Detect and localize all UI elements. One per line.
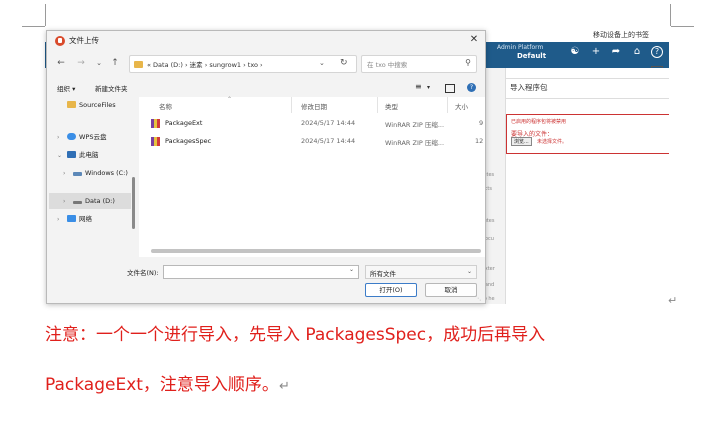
up-arrow-icon[interactable]: ↑ — [109, 57, 121, 69]
bookmarks-label: 移动设备上的书签 — [593, 31, 649, 39]
address-path[interactable]: « Data (D:) › 迷素 › sungrow1 › txo › — [147, 59, 263, 69]
user-icon[interactable]: ☯ — [569, 46, 581, 58]
filename-dropdown-icon[interactable]: ⌄ — [349, 266, 354, 273]
filename-label: 文件名(N): — [127, 269, 159, 277]
sidebar-item-this-pc[interactable]: ⌄ 此电脑 — [57, 147, 99, 163]
file-size: 12 — [475, 137, 484, 145]
sidebar-scrollbar[interactable] — [132, 177, 135, 229]
dialog-title: 文件上传 — [69, 36, 99, 45]
file-upload-dialog: 文件上传 ✕ ← → ⌄ ↑ « Data (D:) › 迷素 › sungro… — [46, 30, 486, 304]
address-bar[interactable]: « Data (D:) › 迷素 › sungrow1 › txo › ⌄ ↻ — [129, 55, 357, 73]
dialog-titlebar[interactable]: 文件上传 ✕ — [47, 31, 485, 51]
forward-arrow-icon[interactable]: → — [75, 57, 87, 69]
folder-icon — [67, 101, 76, 108]
sidebar-item-wps-cloud[interactable]: › WPS云盘 — [57, 129, 106, 145]
chevron-down-icon: ⌄ — [466, 268, 472, 275]
column-header-size[interactable]: 大小 — [455, 101, 468, 111]
sidebar-item-sourcefiles[interactable]: SourceFiles — [57, 97, 116, 113]
drive-icon — [73, 201, 82, 204]
view-dropdown-icon[interactable]: ▾ — [427, 84, 430, 91]
search-icon: ⚲ — [465, 58, 471, 67]
share-icon[interactable]: ➦ — [610, 46, 622, 58]
navigation-pane: SourceFiles › WPS云盘 ⌄ 此电脑 › Windows (C:) › D… — [47, 97, 135, 257]
column-header-modified[interactable]: 修改日期 — [301, 101, 327, 111]
file-name: PackagesSpec — [165, 137, 212, 145]
cloud-icon — [67, 133, 76, 140]
cancel-button[interactable]: 取消 — [425, 283, 477, 297]
refresh-icon[interactable]: ↻ — [340, 58, 348, 68]
app-brand: Admin Platform Default — [497, 44, 547, 60]
add-icon[interactable]: + — [590, 46, 602, 58]
back-arrow-icon[interactable]: ← — [55, 57, 67, 69]
column-header-type[interactable]: 类型 — [385, 101, 398, 111]
browser-app-icon — [55, 36, 65, 46]
sidebar-item-data-d[interactable]: › Data (D:) — [63, 193, 115, 209]
network-icon — [67, 215, 76, 222]
filetype-value: 所有文件 — [370, 270, 396, 278]
page-corner-mark — [45, 4, 46, 26]
paragraph-mark: ↵ — [278, 379, 290, 394]
file-modified: 2024/5/17 14:44 — [301, 137, 356, 145]
note-line-2: PackageExt，注意导入顺序。↵ — [45, 375, 290, 395]
search-input[interactable]: 在 txo 中搜索 ⚲ — [361, 55, 477, 73]
page-corner-mark — [22, 26, 45, 27]
recent-chevron-down-icon[interactable]: ⌄ — [93, 57, 105, 69]
note-line-1: 注意：一个一个进行导入，先导入 PackagesSpec，成功后再导入 — [45, 325, 546, 345]
import-package-panel: 导入程序包 已启用的程序包将被禁用 要导入的文件： 浏览... 未选择文件。 — [505, 68, 669, 304]
page-corner-mark — [670, 4, 671, 26]
view-menu-icon[interactable]: ≡ — [415, 82, 422, 91]
file-row[interactable]: PackagesSpec 2024/5/17 14:44 WinRAR ZIP … — [139, 133, 485, 151]
sort-ascending-icon: ⌃ — [227, 96, 233, 103]
open-button[interactable]: 打开(O) — [365, 283, 417, 297]
help-icon[interactable]: ? — [467, 83, 476, 92]
help-icon[interactable]: ? — [651, 46, 663, 58]
sidebar-item-network[interactable]: › 网络 — [57, 211, 92, 227]
file-type: WinRAR ZIP 压缩... — [385, 139, 445, 147]
file-type: WinRAR ZIP 压缩... — [385, 121, 445, 129]
command-bar: 组织 ▾ 新建文件夹 ≡ ▾ ? — [47, 79, 485, 97]
resize-grip-icon[interactable]: ⋱ — [475, 295, 481, 302]
file-size: 9 — [479, 119, 484, 127]
navigation-bar: ← → ⌄ ↑ « Data (D:) › 迷素 › sungrow1 › tx… — [47, 51, 485, 77]
horizontal-scrollbar[interactable] — [151, 249, 481, 253]
drive-icon — [73, 172, 82, 176]
folder-icon — [134, 61, 143, 68]
zip-archive-icon — [151, 137, 160, 146]
browse-button[interactable]: 浏览... — [511, 137, 532, 146]
filetype-select[interactable]: 所有文件 ⌄ — [365, 265, 477, 279]
file-row[interactable]: PackageExt 2024/5/17 14:44 WinRAR ZIP 压缩… — [139, 115, 485, 133]
filename-input[interactable] — [163, 265, 359, 279]
search-placeholder: 在 txo 中搜索 — [367, 61, 408, 69]
address-dropdown-icon[interactable]: ⌄ — [319, 59, 325, 67]
column-header-name[interactable]: 名称 — [159, 101, 172, 111]
page-corner-mark — [671, 26, 694, 27]
computer-icon — [67, 151, 76, 158]
preview-pane-icon[interactable] — [445, 84, 455, 93]
file-modified: 2024/5/17 14:44 — [301, 119, 356, 127]
panel-title: 导入程序包 — [510, 83, 548, 92]
close-button[interactable]: ✕ — [467, 33, 481, 47]
new-folder-button[interactable]: 新建文件夹 — [95, 83, 128, 93]
import-file-box: 已启用的程序包将被禁用 要导入的文件： 浏览... 未选择文件。 — [506, 114, 669, 154]
file-list: ⌃ 名称 修改日期 类型 大小 PackageExt 2024/5/17 14:… — [139, 96, 485, 257]
organize-menu[interactable]: 组织 ▾ — [57, 83, 75, 93]
zip-archive-icon — [151, 119, 160, 128]
home-icon[interactable]: ⌂ — [631, 46, 643, 58]
file-name: PackageExt — [165, 119, 203, 127]
sidebar-item-windows-c[interactable]: › Windows (C:) — [63, 165, 128, 181]
paragraph-mark: ↵ — [668, 294, 678, 307]
